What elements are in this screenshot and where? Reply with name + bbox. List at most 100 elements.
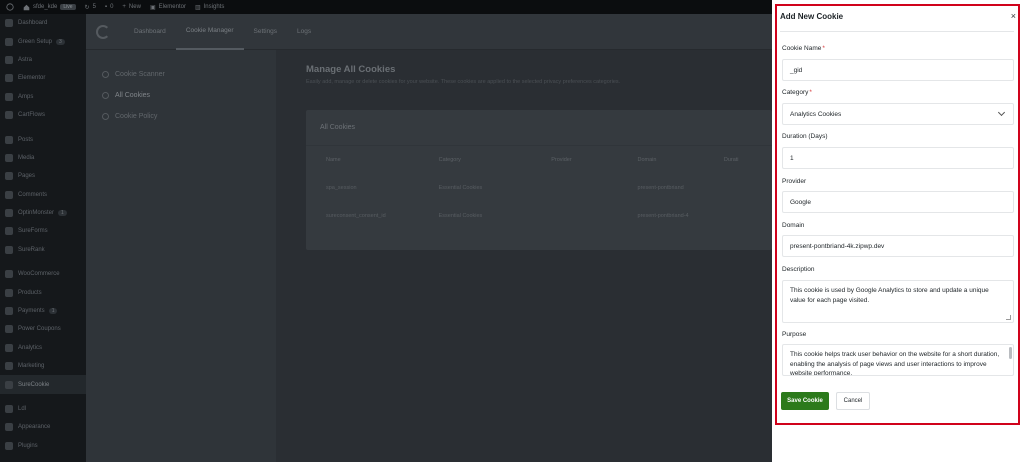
sidebar-item-label: SureForms <box>18 228 48 235</box>
sidebar-item-ldl[interactable]: Ldl <box>0 400 86 418</box>
sidebar-item-analytics[interactable]: Analytics <box>0 339 86 357</box>
sidebar-item-cartflows[interactable]: CartFlows <box>0 106 86 124</box>
table-row[interactable]: spa_session Essential Cookies present-po… <box>306 174 772 202</box>
menu-icon <box>5 245 13 254</box>
updates-link[interactable]: ↻ 5 <box>85 4 96 11</box>
tab-logs[interactable]: Logs <box>287 14 321 50</box>
comments-link[interactable]: ▪ 0 <box>105 4 113 10</box>
scrollbar[interactable] <box>1009 347 1012 359</box>
menu-icon <box>5 423 13 432</box>
table-row[interactable]: sureconsent_consent_id Essential Cookies… <box>306 202 772 230</box>
table-header: Name Category Provider Domain Durati <box>306 146 772 174</box>
table-cell: Essential Cookies <box>438 185 483 191</box>
table-cell: Essential Cookies <box>438 213 483 219</box>
updates-count: 5 <box>92 4 96 10</box>
sidebar-item-surerank[interactable]: SureRank <box>0 241 86 259</box>
table-cell: present-pontbriand-4 <box>637 213 689 219</box>
cookie-name-label-text: Cookie Name <box>782 45 822 52</box>
nav-cookie-scanner-label: Cookie Scanner <box>115 71 165 78</box>
sidebar-item-green-setup[interactable]: Green Setup 3 <box>0 32 86 50</box>
duration-label: Duration (Days) <box>782 133 828 140</box>
sidebar-item-amps[interactable]: Amps <box>0 88 86 106</box>
sidebar-item-label: Amps <box>18 93 34 100</box>
sidebar-item-label: Posts <box>18 136 34 143</box>
sidebar-item-pages[interactable]: Pages <box>0 167 86 185</box>
resize-handle-icon[interactable] <box>1006 315 1011 320</box>
sidebar-item-appearance[interactable]: Appearance <box>0 418 86 436</box>
description-textarea[interactable]: This cookie is used by Google Analytics … <box>782 280 1014 323</box>
drawer-header: Add New Cookie × <box>780 9 1016 23</box>
nav-cookie-scanner[interactable]: Cookie Scanner <box>86 64 276 85</box>
main-area: Dashboard Cookie Manager Settings Logs C… <box>86 14 772 462</box>
sidebar-item-marketing[interactable]: Marketing <box>0 357 86 375</box>
elementor-label: Elementor <box>158 4 186 10</box>
wordpress-logo[interactable] <box>6 3 14 11</box>
sidebar-item-media[interactable]: Media <box>0 149 86 167</box>
sidebar-item-plugins[interactable]: Plugins <box>0 437 86 455</box>
column-header: Durati <box>723 157 739 163</box>
purpose-textarea[interactable]: This cookie helps track user behavior on… <box>782 344 1014 376</box>
sidebar-item-astra[interactable]: Astra <box>0 51 86 69</box>
menu-icon <box>5 172 13 181</box>
chevron-down-icon <box>997 108 1006 117</box>
new-label: New <box>128 4 141 10</box>
sidebar-item-woocommerce[interactable]: WooCommerce <box>0 265 86 283</box>
sidebar-item-comments[interactable]: Comments <box>0 186 86 204</box>
count-badge: 1 <box>48 308 58 315</box>
cookie-manager-nav: Cookie Scanner All Cookies Cookie Policy <box>86 50 276 462</box>
tab-cookie-manager[interactable]: Cookie Manager <box>175 14 244 50</box>
cookies-table-card: All Cookies Name Category Provider Domai… <box>306 110 772 250</box>
edit-icon: ▣ <box>149 4 156 11</box>
cancel-button[interactable]: Cancel <box>836 392 870 410</box>
wordpress-icon <box>6 3 14 11</box>
sidebar-item-label: Media <box>18 154 35 161</box>
menu-icon <box>5 19 13 28</box>
nav-cookie-policy-label: Cookie Policy <box>115 113 158 120</box>
site-name-link[interactable]: sfde_kde Live <box>23 4 76 11</box>
nav-all-cookies-label: All Cookies <box>115 92 151 99</box>
cookie-name-value: _gid <box>790 66 803 74</box>
tab-dashboard[interactable]: Dashboard <box>124 14 176 50</box>
new-content-link[interactable]: + New <box>122 4 141 10</box>
count-badge: 3 <box>56 38 65 45</box>
cookie-name-input[interactable]: _gid <box>782 59 1014 81</box>
column-header: Domain <box>637 157 657 163</box>
nav-cookie-policy[interactable]: Cookie Policy <box>86 106 276 127</box>
elementor-link[interactable]: ▣ Elementor <box>150 4 186 11</box>
sidebar-item-label: SureRank <box>18 246 45 253</box>
duration-input[interactable]: 1 <box>782 147 1014 169</box>
sidebar-item-label: Elementor <box>18 75 46 82</box>
domain-input[interactable]: present-pontbriand-4k.zipwp.dev <box>782 235 1014 257</box>
nav-all-cookies[interactable]: All Cookies <box>86 85 276 106</box>
menu-icon <box>5 343 13 352</box>
sidebar-item-elementor[interactable]: Elementor <box>0 69 86 87</box>
close-icon[interactable]: × <box>1011 11 1016 21</box>
sidebar-item-payments[interactable]: Payments 1 <box>0 302 86 320</box>
provider-input[interactable]: Google <box>782 191 1014 213</box>
add-cookie-drawer: Add New Cookie × Cookie Name* _gid Categ… <box>772 0 1024 462</box>
menu-icon <box>5 362 13 371</box>
category-label-text: Category <box>782 89 809 96</box>
tab-settings[interactable]: Settings <box>244 14 288 50</box>
sidebar-item-sureforms[interactable]: SureForms <box>0 222 86 240</box>
surecookie-logo-icon <box>96 24 110 39</box>
sidebar-item-optinmonster[interactable]: OptinMonster 1 <box>0 204 86 222</box>
category-select[interactable]: Analytics Cookies <box>782 103 1014 125</box>
sidebar-item-label: Astra <box>18 56 33 63</box>
sidebar-item-posts[interactable]: Posts <box>0 130 86 148</box>
menu-icon <box>5 441 13 450</box>
sidebar-item-surecookie[interactable]: SureCookie <box>0 375 86 394</box>
sidebar-item-power-coupons[interactable]: Power Coupons <box>0 320 86 338</box>
sidebar-item-label: Payments <box>18 308 45 315</box>
save-cookie-button[interactable]: Save Cookie <box>781 392 829 410</box>
sidebar-item-label: Comments <box>18 191 48 198</box>
home-icon <box>23 4 30 10</box>
sidebar-item-products[interactable]: Products <box>0 283 86 301</box>
plugin-top-nav: Dashboard Cookie Manager Settings Logs <box>86 14 772 50</box>
insights-link[interactable]: ▥ Insights <box>195 4 224 11</box>
cookie-icon <box>102 92 109 99</box>
menu-icon <box>5 405 13 413</box>
document-icon <box>102 113 109 120</box>
table-cell: present-pontbriand <box>637 185 684 191</box>
sidebar-item-dashboard[interactable]: Dashboard <box>0 14 86 32</box>
